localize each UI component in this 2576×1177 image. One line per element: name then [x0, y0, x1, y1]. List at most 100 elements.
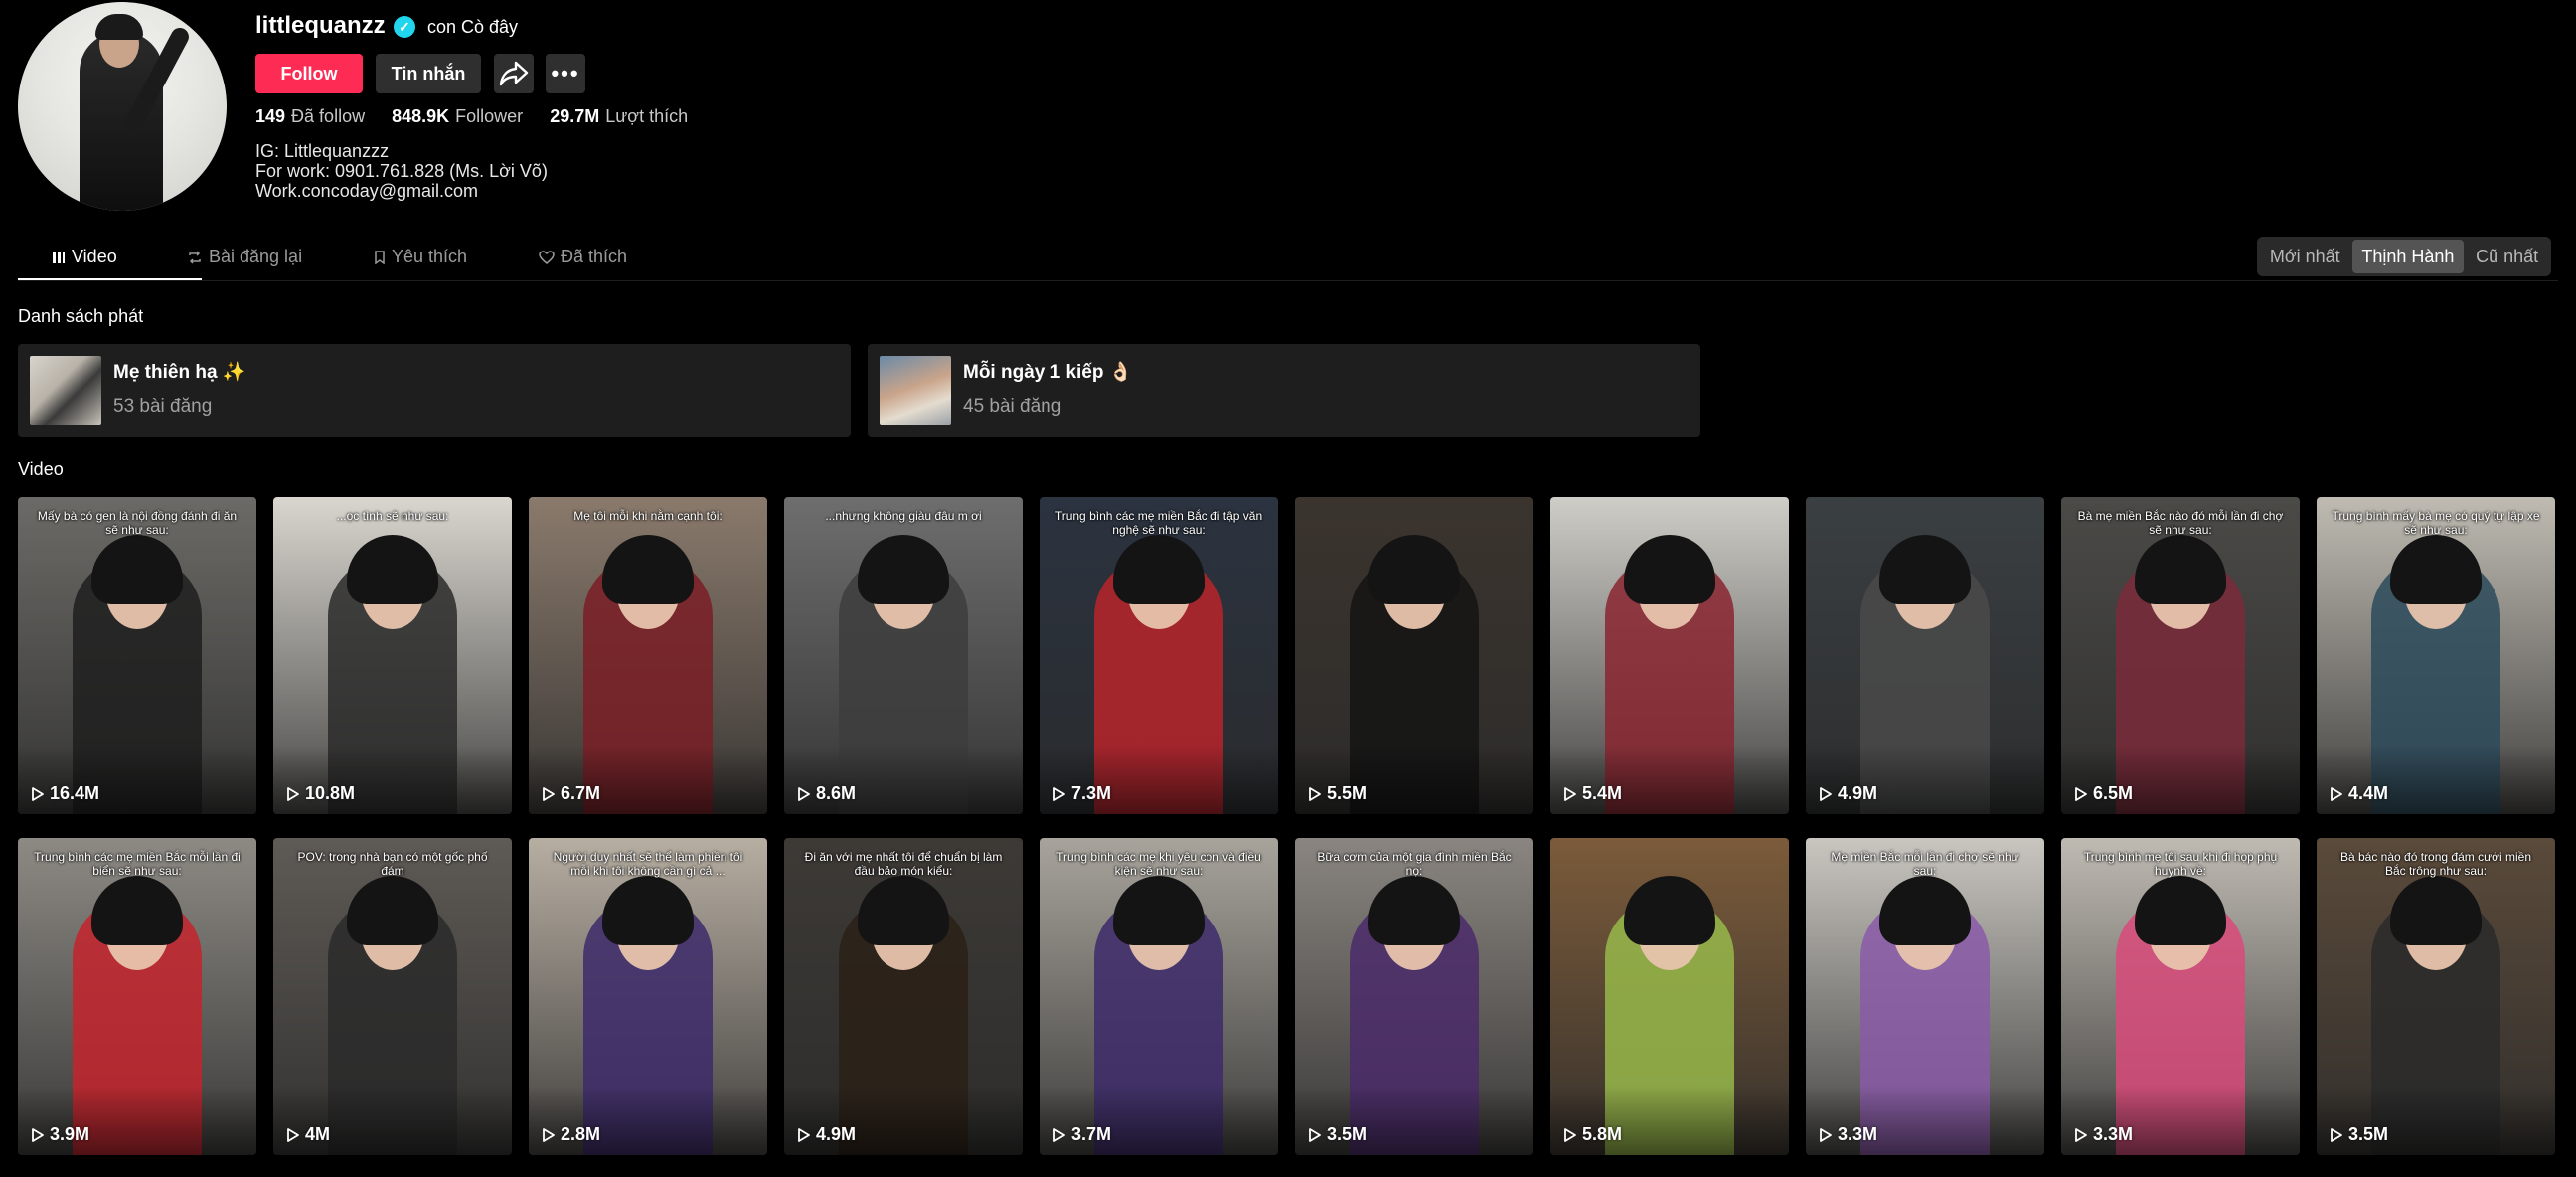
video-thumbnail-hair [347, 535, 438, 604]
video-caption: Mấy bà có gen là nội đồng đánh đi ăn sẽ … [37, 509, 238, 537]
video-thumbnail-hair [1879, 535, 1971, 604]
follow-button[interactable]: Follow [255, 54, 363, 93]
view-count-value: 6.7M [561, 783, 601, 803]
tabs-divider [18, 280, 2558, 281]
play-icon [2331, 786, 2342, 801]
video-card[interactable]: Bà mẹ miền Bắc nào đó mỗi lần đi chợ sẽ … [2061, 497, 2300, 814]
video-caption: Trung bình mấy bà mẹ có quý tự lập xe sẽ… [2332, 509, 2540, 537]
video-thumbnail-hair [2135, 876, 2226, 945]
video-card[interactable]: Đi ăn với mẹ nhất tôi để chuẩn bị làm đầ… [784, 838, 1023, 1155]
view-count-value: 5.5M [1327, 783, 1368, 803]
view-count: 5.5M [1309, 783, 1367, 804]
video-card[interactable]: Mẹ miền Bắc mỗi lần đi chợ sẽ như sau: 3… [1806, 838, 2044, 1155]
video-thumbnail-hair [1368, 876, 1460, 945]
follower-count[interactable]: 848.9K Follower [392, 106, 545, 126]
play-icon [543, 1127, 555, 1142]
view-count-value: 10.8M [305, 783, 356, 803]
video-card[interactable]: POV: trong nhà bạn có một gốc phố đám 4M [273, 838, 512, 1155]
video-caption: Trung bình các mẹ miền Bắc đi tập văn ng… [1054, 509, 1263, 537]
play-icon [2331, 1127, 2342, 1142]
view-count: 3.5M [2331, 1124, 2388, 1145]
video-card[interactable]: Mẹ tôi mỗi khi nằm cạnh tôi: 6.7M [529, 497, 767, 814]
view-count-value: 4.4M [2348, 783, 2389, 803]
video-card[interactable]: Trung bình các mẹ khi yêu con và điều ki… [1040, 838, 1278, 1155]
tab-video[interactable]: Video [52, 247, 117, 267]
play-icon [1053, 786, 1065, 801]
tab-favorites[interactable]: Yêu thích [374, 247, 467, 267]
video-card[interactable]: Mấy bà có gen là nội đồng đánh đi ăn sẽ … [18, 497, 256, 814]
video-card[interactable]: 4.9M [1806, 497, 2044, 814]
view-count-value: 3.7M [1071, 1124, 1112, 1144]
video-thumbnail-hair [91, 535, 183, 604]
share-button[interactable] [494, 54, 534, 93]
view-count: 4M [287, 1124, 330, 1145]
play-icon [798, 786, 810, 801]
video-thumbnail-hair [91, 876, 183, 945]
view-count: 10.8M [287, 783, 355, 804]
view-count: 3.7M [1053, 1124, 1111, 1145]
bookmark-icon [375, 250, 385, 264]
video-card[interactable]: Người duy nhất sẽ thể làm phiền tôi mỗi … [529, 838, 767, 1155]
video-thumbnail-hair [1368, 535, 1460, 604]
play-icon [2075, 1127, 2087, 1142]
view-count: 4.9M [1820, 783, 1877, 804]
video-card[interactable]: Bữa cơm của một gia đình miền Bắc nọ: 3.… [1295, 838, 1533, 1155]
view-count: 3.3M [2075, 1124, 2133, 1145]
following-count[interactable]: 149 Đã follow [255, 106, 387, 126]
view-count-value: 5.4M [1582, 783, 1623, 803]
sort-newest-button[interactable]: Mới nhất [2260, 240, 2350, 273]
play-icon [287, 1127, 299, 1142]
sort-popular-button[interactable]: Thịnh Hành [2351, 240, 2465, 273]
video-card[interactable]: ...ọc tình sẽ như sau: 10.8M [273, 497, 512, 814]
profile-bio: IG: Littlequanzzz For work: 0901.761.828… [255, 141, 548, 201]
likes-count: 29.7M Lượt thích [550, 106, 689, 126]
video-card[interactable]: Trung bình các mẹ miền Bắc đi tập văn ng… [1040, 497, 1278, 814]
video-caption: Bà mẹ miền Bắc nào đó mỗi lần đi chợ sẽ … [2077, 509, 2284, 537]
video-thumbnail-hair [602, 876, 694, 945]
view-count: 2.8M [543, 1124, 600, 1145]
repost-icon [189, 250, 201, 264]
bio-line: For work: 0901.761.828 (Ms. Lời Võ) [255, 161, 548, 181]
view-count: 7.3M [1053, 783, 1111, 804]
video-grid: Mấy bà có gen là nội đồng đánh đi ăn sẽ … [18, 497, 2555, 1155]
tab-liked[interactable]: Đã thích [539, 247, 627, 267]
view-count-value: 8.6M [816, 783, 857, 803]
video-thumbnail-hair [347, 876, 438, 945]
video-caption: Trung bình các mẹ miền Bắc mỗi lần đi bi… [34, 850, 241, 878]
tab-reposts[interactable]: Bài đăng lại [187, 247, 302, 267]
video-card[interactable]: Trung bình mẹ tôi sau khi đi họp phụ huy… [2061, 838, 2300, 1155]
play-icon [1820, 786, 1832, 801]
sort-oldest-button[interactable]: Cũ nhất [2466, 240, 2548, 273]
video-thumbnail-hair [858, 876, 949, 945]
view-count: 3.3M [1820, 1124, 1877, 1145]
video-card[interactable]: Bà bác nào đó trong đám cưới miền Bắc tr… [2317, 838, 2555, 1155]
message-button[interactable]: Tin nhắn [376, 54, 481, 93]
video-card[interactable]: 5.4M [1550, 497, 1789, 814]
view-count: 16.4M [32, 783, 99, 804]
view-count-value: 3.5M [1327, 1124, 1368, 1144]
view-count: 5.4M [1564, 783, 1622, 804]
bio-line: Work.concoday@gmail.com [255, 181, 479, 201]
play-icon [32, 786, 44, 801]
video-card[interactable]: 5.5M [1295, 497, 1533, 814]
playlist-card[interactable]: Mỗi ngày 1 kiếp 👌🏻 45 bài đăng [868, 344, 1700, 437]
view-count-value: 3.9M [50, 1124, 90, 1144]
video-caption: Trung bình mẹ tôi sau khi đi họp phụ huy… [2083, 850, 2278, 878]
view-count-value: 16.4M [50, 783, 100, 803]
video-card[interactable]: 5.8M [1550, 838, 1789, 1155]
video-caption: Đi ăn với mẹ nhất tôi để chuẩn bị làm đầ… [804, 850, 1003, 878]
view-count-value: 3.3M [1838, 1124, 1878, 1144]
play-icon [1309, 1127, 1321, 1142]
video-card[interactable]: Trung bình các mẹ miền Bắc mỗi lần đi bi… [18, 838, 256, 1155]
video-thumbnail-hair [1113, 876, 1205, 945]
video-card[interactable]: Trung bình mấy bà mẹ có quý tự lập xe sẽ… [2317, 497, 2555, 814]
view-count-value: 4M [305, 1124, 331, 1144]
playlist-card[interactable]: Mẹ thiên hạ ✨ 53 bài đăng [18, 344, 851, 437]
video-card[interactable]: ...nhưng không giàu đâu m ơi 8.6M [784, 497, 1023, 814]
playlist-thumbnail [30, 356, 101, 425]
more-options-button[interactable]: ••• [546, 54, 585, 93]
sort-toggle: Mới nhất Thịnh Hành Cũ nhất [2257, 237, 2551, 276]
profile-nickname: con Cò đây [427, 17, 519, 37]
play-icon [543, 786, 555, 801]
view-count: 3.5M [1309, 1124, 1367, 1145]
